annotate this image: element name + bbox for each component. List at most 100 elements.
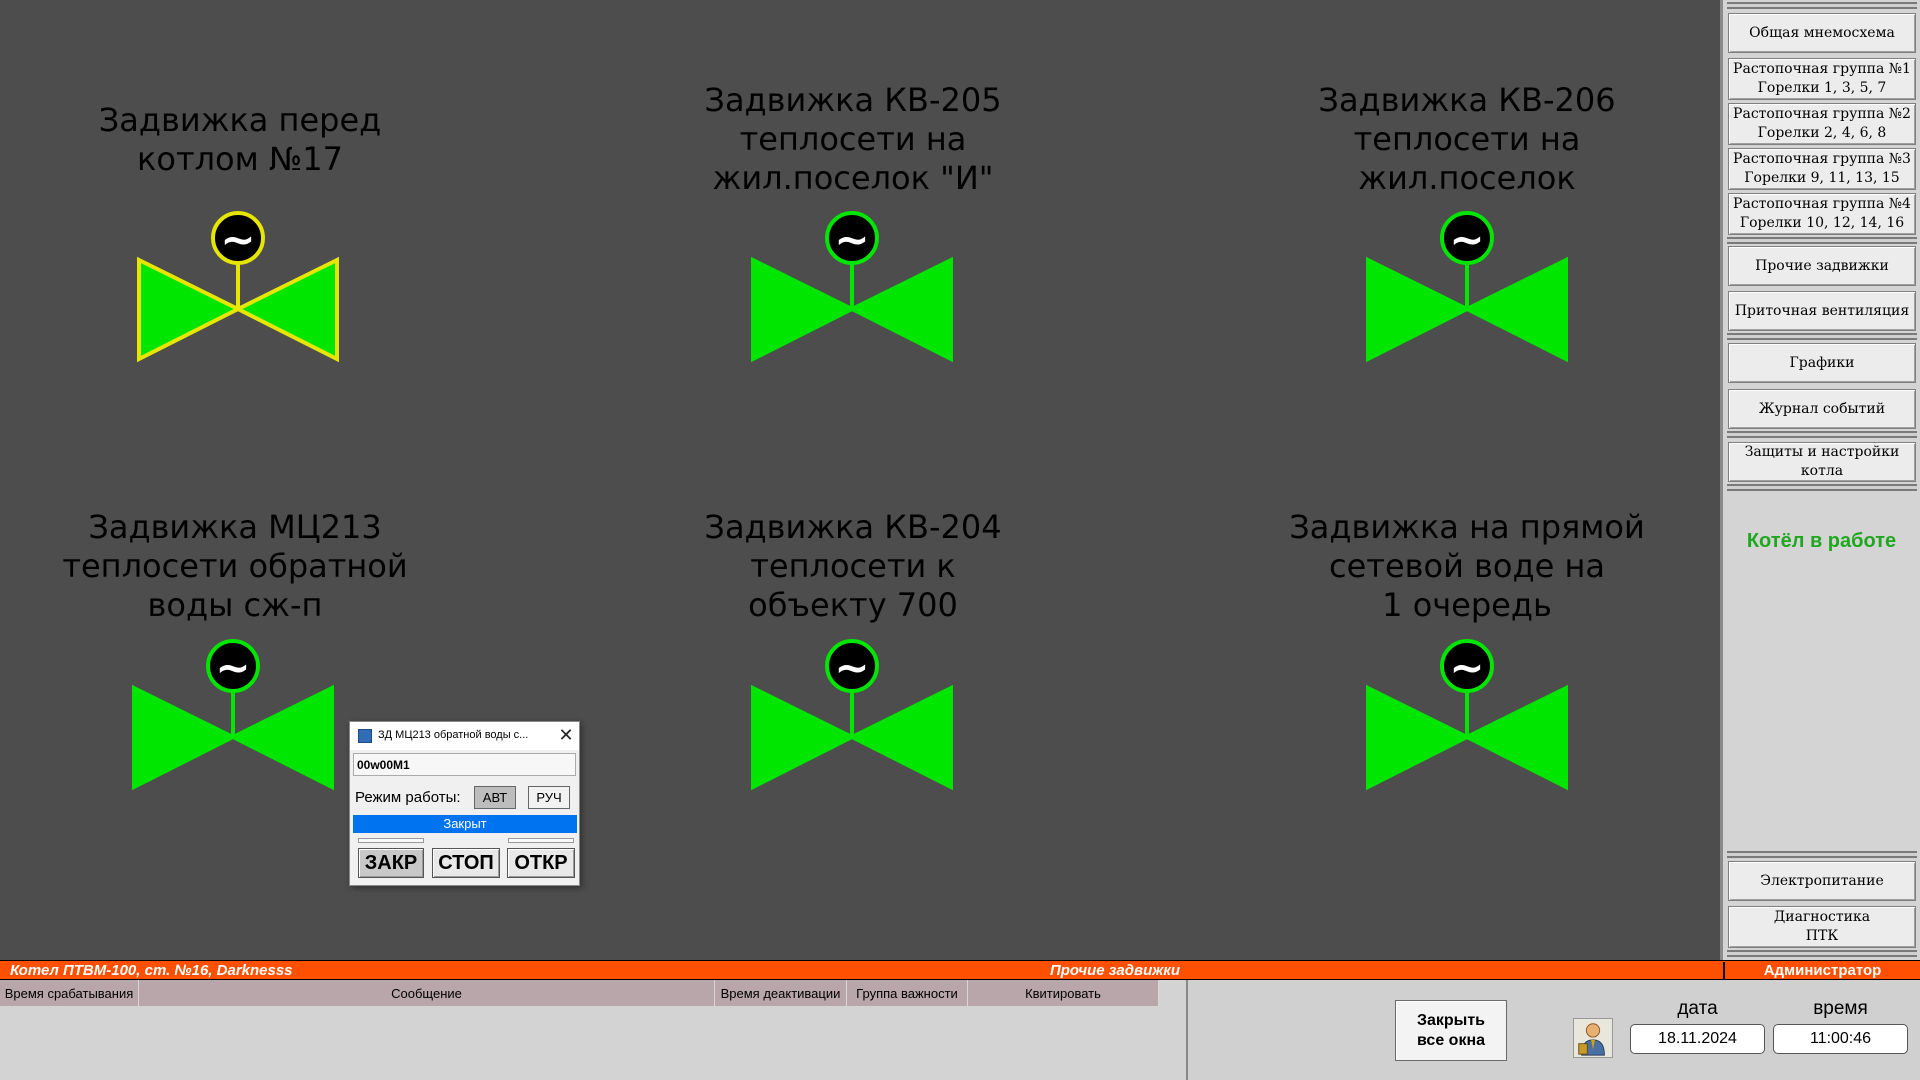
nav-label: Графики [1789, 354, 1855, 371]
valve-icon[interactable]: ~ [1364, 210, 1574, 365]
close-icon[interactable]: ✕ [555, 725, 577, 747]
nav-overview-button[interactable]: Общая мнемосхема [1728, 13, 1916, 53]
button-label: все окна [1416, 1031, 1486, 1049]
valve-title: Задвижка на прямой сетевой воде на 1 оче… [1257, 508, 1677, 625]
nav-separator [1727, 851, 1917, 858]
mnemonic-area: Задвижка перед котлом №17 ~ Задвижка КВ-… [0, 0, 1720, 960]
time-display: 11:00:46 [1773, 1024, 1908, 1054]
nav-label: Приточная вентиляция [1734, 302, 1910, 319]
valve-title: Задвижка перед котлом №17 [30, 101, 450, 179]
valve-title-line: Задвижка МЦ213 [88, 508, 382, 546]
events-table: Время срабатывания Сообщение Время деакт… [0, 980, 1188, 1080]
valve-icon[interactable]: ~ [1364, 638, 1574, 793]
valve-icon[interactable]: ~ [749, 638, 959, 793]
column-header[interactable]: Сообщение [139, 980, 715, 1006]
actuator-symbol: ~ [1449, 215, 1484, 264]
mode-label: Режим работы: [355, 789, 461, 806]
bottom-panel: Время срабатывания Сообщение Время деакт… [0, 980, 1920, 1080]
date-label: дата [1677, 998, 1718, 1019]
actuator-symbol: ~ [834, 215, 869, 264]
actuator-symbol: ~ [834, 643, 869, 692]
nav-power-button[interactable]: Электропитание [1728, 861, 1916, 901]
status-bar: Котел ПТВМ-100, ст. №16, Darknesss Прочи… [0, 960, 1920, 980]
nav-separator [1727, 431, 1917, 438]
mode-manual-button[interactable]: РУЧ [528, 786, 570, 809]
actuator-symbol: ~ [220, 215, 255, 264]
nav-charts-button[interactable]: Графики [1728, 343, 1916, 383]
right-nav-panel: Общая мнемосхема Растопочная группа №1 Г… [1720, 0, 1920, 960]
nav-separator [1727, 2, 1917, 9]
status-bar-object: Котел ПТВМ-100, ст. №16, Darknesss [10, 962, 293, 979]
valve-title-line: Задвижка на прямой [1289, 508, 1645, 546]
valve-title: Задвижка КВ-204 теплосети к объекту 700 [643, 508, 1063, 625]
nav-label: Растопочная группа №2 [1733, 106, 1911, 122]
date-display: 18.11.2024 [1630, 1024, 1765, 1054]
nav-label: Горелки 10, 12, 14, 16 [1739, 215, 1905, 231]
status-bar-user: Администратор [1723, 962, 1920, 980]
stop-command-button[interactable]: СТОП [432, 848, 500, 878]
nav-separator [1727, 237, 1917, 244]
valve-title-line: Задвижка КВ-205 [704, 81, 1002, 119]
nav-group2-button[interactable]: Растопочная группа №2 Горелки 2, 4, 6, 8 [1728, 103, 1916, 145]
nav-label: Горелки 1, 3, 5, 7 [1757, 80, 1887, 96]
nav-label: ПТК [1805, 928, 1839, 944]
nav-group4-button[interactable]: Растопочная группа №4 Горелки 10, 12, 14… [1728, 193, 1916, 235]
valve-icon[interactable]: ~ [749, 210, 959, 365]
valve-title: Задвижка МЦ213 теплосети обратной воды с… [25, 508, 445, 625]
valve-title-line: 1 очередь [1382, 586, 1552, 624]
nav-diagnostics-button[interactable]: Диагностика ПТК [1728, 906, 1916, 948]
nav-label: Защиты и настройки котла [1744, 444, 1900, 479]
app-icon [358, 729, 372, 743]
mode-auto-button[interactable]: АВТ [474, 786, 516, 809]
nav-separator [1727, 950, 1917, 957]
close-all-windows-button[interactable]: Закрыть все окна [1395, 1000, 1507, 1061]
valve-icon[interactable]: ~ [135, 210, 345, 365]
nav-other-valves-button[interactable]: Прочие задвижки [1728, 246, 1916, 286]
valve-title-line: сетевой воде на [1329, 547, 1605, 585]
valve-title-line: теплосети на [739, 120, 967, 158]
actuator-symbol: ~ [1449, 643, 1484, 692]
column-header[interactable]: Время срабатывания [0, 980, 139, 1006]
faceplate-titlebar[interactable]: ЗД МЦ213 обратной воды с... ✕ [350, 722, 579, 750]
nav-label: Диагностика [1773, 909, 1871, 925]
nav-label: Растопочная группа №4 [1733, 196, 1911, 212]
valve-title-line: Задвижка КВ-204 [704, 508, 1002, 546]
column-header[interactable]: Время деактивации [715, 980, 847, 1006]
valve-faceplate-window[interactable]: ЗД МЦ213 обратной воды с... ✕ 00w00M1 Ре… [349, 721, 580, 886]
valve-title: Задвижка КВ-206 теплосети на жил.поселок [1257, 81, 1677, 198]
nav-label: Растопочная группа №3 [1733, 151, 1911, 167]
bottom-controls: Закрыть все окна дата время 18.11.2024 1… [1190, 980, 1920, 1080]
faceplate-title: ЗД МЦ213 обратной воды с... [378, 729, 529, 741]
valve-title-line: жил.поселок "И" [712, 159, 994, 197]
open-command-button[interactable]: ОТКР [507, 848, 575, 878]
nav-label: Журнал событий [1758, 400, 1886, 417]
valve-title-line: жил.поселок [1358, 159, 1576, 197]
valve-title-line: воды сж-п [147, 586, 323, 624]
close-command-button[interactable]: ЗАКР [358, 848, 424, 878]
nav-label: Общая мнемосхема [1749, 24, 1895, 41]
nav-event-log-button[interactable]: Журнал событий [1728, 389, 1916, 429]
nav-label: Горелки 9, 11, 13, 15 [1744, 170, 1900, 186]
valve-title-line: теплосети к [750, 547, 956, 585]
open-limit-indicator [508, 838, 574, 843]
nav-protections-button[interactable]: Защиты и настройки котла [1728, 442, 1916, 482]
valve-title-line: объекту 700 [748, 586, 958, 624]
nav-label: Горелки 2, 4, 6, 8 [1757, 125, 1887, 141]
nav-group3-button[interactable]: Растопочная группа №3 Горелки 9, 11, 13,… [1728, 148, 1916, 190]
valve-icon[interactable]: ~ [130, 638, 340, 793]
nav-label: Прочие задвижки [1755, 257, 1889, 274]
column-header[interactable]: Квитировать [968, 980, 1159, 1006]
close-limit-indicator [358, 838, 424, 843]
column-header[interactable]: Группа важности [847, 980, 968, 1006]
faceplate-tag: 00w00M1 [353, 753, 576, 776]
user-avatar-icon[interactable] [1573, 1018, 1613, 1058]
nav-ventilation-button[interactable]: Приточная вентиляция [1728, 291, 1916, 331]
nav-group1-button[interactable]: Растопочная группа №1 Горелки 1, 3, 5, 7 [1728, 58, 1916, 100]
nav-label: Растопочная группа №1 [1733, 61, 1911, 77]
valve-title-line: Задвижка КВ-206 [1318, 81, 1616, 119]
nav-label: Электропитание [1760, 872, 1884, 889]
status-bar-screen-name: Прочие задвижки [1049, 962, 1181, 979]
button-label: Закрыть [1416, 1011, 1486, 1029]
valve-title-line: котлом №17 [137, 140, 343, 178]
actuator-symbol: ~ [215, 643, 250, 692]
